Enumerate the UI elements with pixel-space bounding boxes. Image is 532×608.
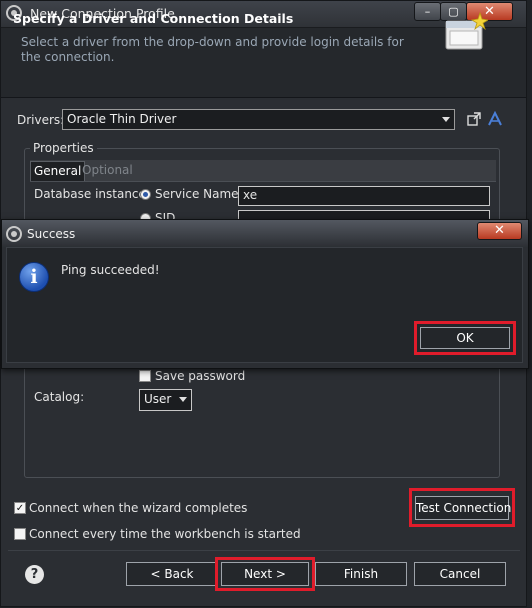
catalog-dropdown[interactable]: User [139, 389, 192, 411]
finish-button[interactable]: Finish [315, 562, 407, 586]
test-connection-button[interactable]: Test Connection [415, 496, 511, 520]
properties-group-label: Properties [30, 141, 97, 155]
drivers-dropdown[interactable]: Oracle Thin Driver [62, 109, 455, 130]
catalog-label: Catalog: [34, 390, 85, 404]
success-dialog-close-button[interactable]: ✕ [477, 222, 522, 240]
connect-every-startup-checkbox[interactable] [14, 528, 26, 540]
connect-every-startup-label: Connect every time the workbench is star… [29, 527, 301, 541]
connect-on-complete-label: Connect when the wizard completes [29, 501, 248, 515]
banner-description: Select a driver from the drop-down and p… [21, 35, 404, 64]
connect-on-complete-checkbox[interactable]: ✓ [14, 502, 26, 514]
info-icon: i [19, 262, 49, 292]
ok-button[interactable]: OK [420, 327, 510, 349]
eclipse-app-icon [6, 226, 22, 242]
next-button[interactable]: Next > [221, 562, 309, 586]
drivers-dropdown-value: Oracle Thin Driver [67, 112, 177, 126]
chevron-down-icon [442, 117, 450, 122]
service-name-label: Service Name [155, 187, 239, 201]
cancel-button[interactable]: Cancel [414, 562, 506, 586]
button-bar-separator [8, 550, 520, 551]
database-wizard-icon [445, 11, 488, 50]
banner-title: Specify a Driver and Connection Details [13, 11, 294, 26]
success-dialog-title: Success [27, 227, 76, 241]
edit-driver-icon[interactable] [466, 111, 482, 127]
catalog-dropdown-value: User [144, 392, 172, 406]
success-dialog-titlebar[interactable] [2, 220, 528, 247]
tab-optional[interactable]: Optional [79, 161, 136, 181]
drivers-label: Drivers: [17, 113, 65, 127]
save-password-label: Save password [155, 369, 246, 383]
service-name-radio[interactable] [140, 189, 151, 200]
tab-general[interactable]: General [30, 161, 86, 181]
chevron-down-icon [179, 397, 187, 402]
database-instance-label: Database instance: [34, 187, 150, 201]
new-driver-icon[interactable] [487, 111, 503, 127]
minimize-button[interactable]: – [414, 2, 441, 21]
back-button[interactable]: < Back [126, 562, 218, 586]
help-icon[interactable]: ? [25, 565, 44, 584]
save-password-checkbox[interactable] [139, 370, 151, 382]
ping-message: Ping succeeded! [61, 263, 160, 277]
service-name-input[interactable]: xe [238, 186, 490, 206]
